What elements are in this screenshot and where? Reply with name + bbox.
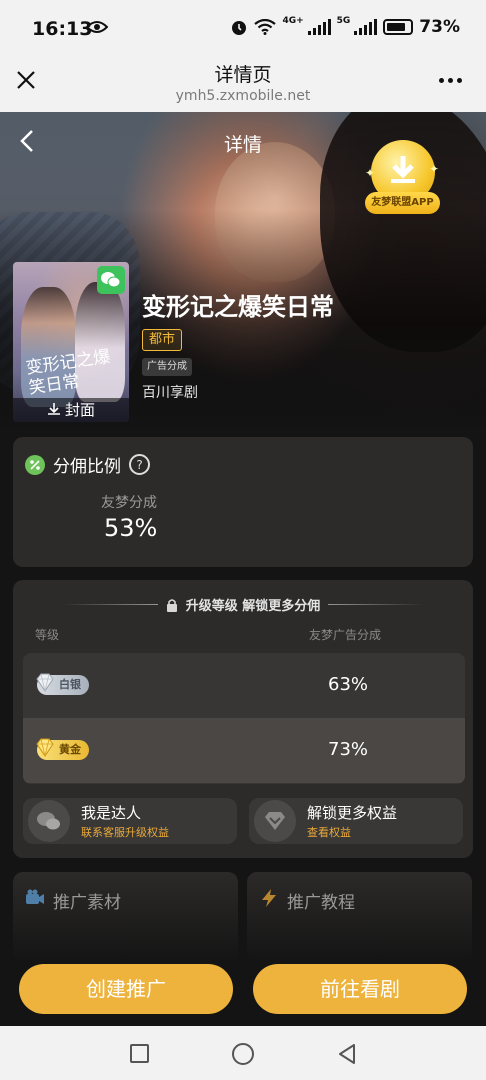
diamond-icon — [254, 800, 296, 842]
genre-tag: 都市 — [142, 329, 183, 351]
upgrade-heading: 升级等级 解锁更多分佣 — [185, 599, 321, 614]
drama-title: 变形记之爆笑日常 — [142, 293, 334, 321]
svg-text:?: ? — [136, 458, 142, 472]
cover-download-button[interactable]: 封面 — [13, 398, 129, 422]
tier-table: 白银 63% 黄金 73% — [23, 653, 465, 784]
tier-row: 黄金 73% — [23, 718, 465, 783]
lock-icon — [166, 598, 177, 612]
provider-name: 百川享剧 — [142, 385, 198, 401]
promo-materials-tile[interactable]: 推广素材 — [13, 872, 238, 962]
battery-level: 73% — [419, 17, 460, 37]
influencer-title: 我是达人 — [81, 804, 142, 822]
percent-icon — [25, 454, 45, 475]
sparkle-icon: ✦ — [429, 162, 440, 176]
chat-icon — [28, 800, 70, 842]
create-promotion-button[interactable]: 创建推广 — [19, 964, 233, 1014]
more-icon[interactable] — [439, 78, 462, 83]
column-header-level: 等级 — [35, 628, 60, 642]
promo-tutorial-tile[interactable]: 推广教程 — [247, 872, 472, 962]
drama-poster[interactable]: 变形记之爆笑日常 封面 — [13, 262, 129, 422]
app-badge-label: 友梦联盟APP — [365, 192, 440, 214]
promo-tutorial-label: 推广教程 — [287, 893, 355, 913]
sparkle-icon: ✦ — [365, 166, 376, 180]
diamond-icon — [36, 738, 54, 757]
system-nav-bar — [0, 1026, 486, 1080]
download-icon — [47, 403, 60, 415]
column-header-share: 友梦广告分成 — [309, 628, 382, 642]
wifi-icon — [254, 19, 277, 35]
network-type: 4G+ — [282, 16, 304, 26]
unlock-rights-subtitle: 查看权益 — [307, 826, 351, 839]
recents-icon[interactable] — [130, 1044, 149, 1063]
battery-icon — [383, 19, 414, 35]
webview-title: 详情页 — [214, 64, 272, 86]
status-bar: 16:13 4G+ 5G 73% — [0, 0, 486, 56]
home-icon[interactable] — [232, 1043, 254, 1065]
divider — [328, 604, 425, 605]
unlock-rights-title: 解锁更多权益 — [307, 804, 398, 822]
nav-back-icon[interactable] — [336, 1042, 358, 1066]
cover-label: 封面 — [64, 401, 95, 419]
divider — [61, 604, 158, 605]
commission-label: 友梦分成 — [101, 495, 157, 511]
webview-header: 详情页 ymh5.zxmobile.net — [0, 56, 486, 112]
signal-icon-2 — [354, 19, 378, 35]
signal-icon — [307, 19, 331, 35]
commission-card: 分佣比例 ? 友梦分成 53% — [13, 437, 473, 567]
hero-banner: 详情 ✦ ✦ 友梦联盟APP 变形记之爆笑日常 封面 变形记之爆笑日常 都市 广… — [0, 112, 486, 437]
video-camera-icon — [26, 889, 44, 904]
download-icon — [391, 156, 415, 183]
watch-drama-button[interactable]: 前往看剧 — [253, 964, 467, 1014]
commission-value: 53% — [104, 514, 158, 542]
alarm-icon — [232, 21, 247, 35]
monetization-tag: 广告分成 — [142, 358, 192, 376]
unlock-rights-button[interactable]: 解锁更多权益 查看权益 — [249, 798, 463, 844]
help-icon[interactable]: ? — [129, 454, 150, 475]
wechat-icon — [97, 266, 125, 294]
lightning-icon — [262, 889, 276, 907]
tier-value: 73% — [328, 739, 369, 760]
promo-materials-label: 推广素材 — [53, 893, 121, 913]
commission-heading: 分佣比例 — [53, 457, 121, 477]
influencer-button[interactable]: 我是达人 联系客服升级权益 — [23, 798, 237, 844]
webview-url: ymh5.zxmobile.net — [175, 88, 311, 104]
tier-row: 白银 63% — [23, 653, 465, 718]
tier-value: 63% — [328, 674, 369, 695]
influencer-subtitle: 联系客服升级权益 — [81, 826, 169, 839]
app-download-badge[interactable]: ✦ ✦ 友梦联盟APP — [365, 140, 440, 218]
diamond-icon — [36, 673, 54, 692]
upgrade-card: 升级等级 解锁更多分佣 等级 友梦广告分成 白银 63% 黄金 73% 我是达人… — [13, 580, 473, 858]
status-time: 16:13 — [32, 18, 93, 40]
network-type-2: 5G — [336, 16, 351, 26]
eye-icon — [86, 21, 108, 33]
